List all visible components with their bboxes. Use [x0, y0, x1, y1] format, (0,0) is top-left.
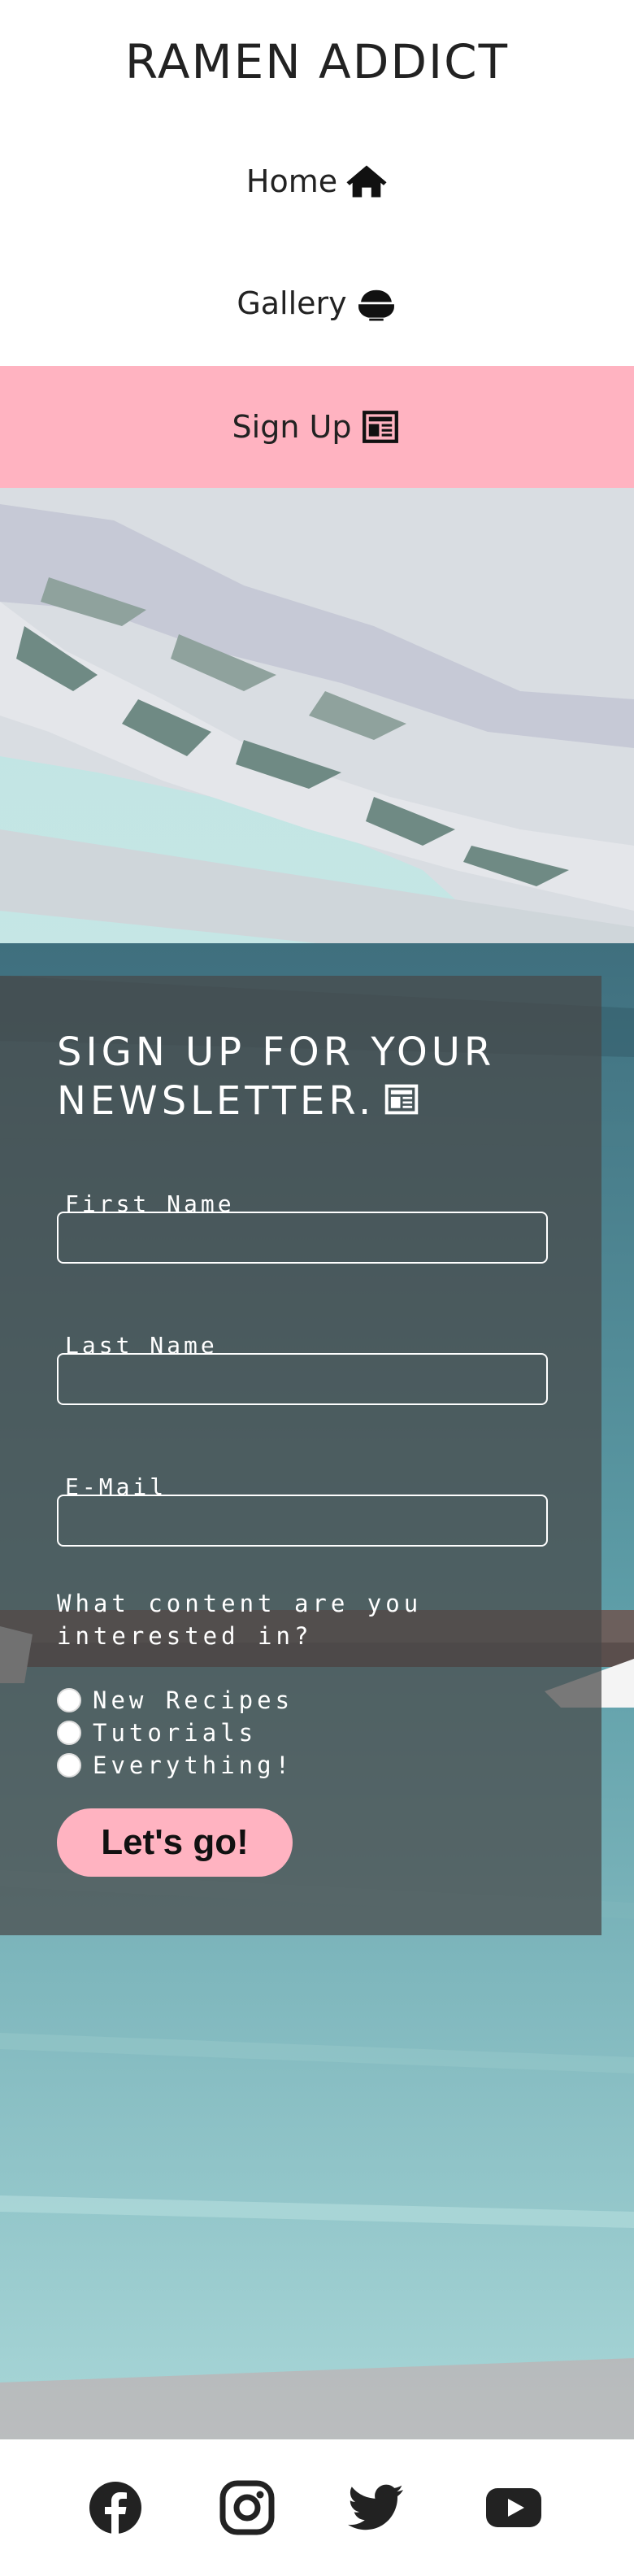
submit-button[interactable]: Let's go!	[57, 1808, 293, 1877]
nav-item-label: Home	[245, 163, 338, 199]
option-label: New Recipes	[93, 1686, 294, 1714]
bowl-icon	[358, 289, 394, 321]
email-field[interactable]	[57, 1495, 548, 1547]
radio-button[interactable]	[57, 1721, 81, 1745]
interest-question: What content are you interested in?	[57, 1590, 423, 1650]
newspaper-icon	[381, 1080, 422, 1130]
nav-item-gallery[interactable]: Gallery	[0, 242, 634, 364]
nav-item-label: Gallery	[237, 285, 347, 321]
first-name-field[interactable]	[57, 1212, 548, 1264]
option-label: Everything!	[93, 1751, 294, 1779]
radio-button[interactable]	[57, 1688, 81, 1712]
youtube-icon[interactable]	[484, 2478, 543, 2537]
twitter-icon[interactable]	[348, 2478, 406, 2537]
radio-button[interactable]	[57, 1753, 81, 1778]
option-label: Tutorials	[93, 1719, 258, 1747]
form-title-text: SIGN UP FOR YOUR NEWSLETTER.	[57, 1029, 496, 1124]
home-icon	[346, 165, 387, 198]
instagram-icon[interactable]	[218, 2478, 276, 2537]
form-title: SIGN UP FOR YOUR NEWSLETTER.	[57, 1028, 561, 1130]
facebook-icon[interactable]	[86, 2478, 145, 2537]
option-new-recipes[interactable]: New Recipes	[57, 1686, 293, 1714]
option-tutorials[interactable]: Tutorials	[57, 1719, 257, 1747]
newspaper-icon	[363, 411, 399, 443]
newsletter-form: SIGN UP FOR YOUR NEWSLETTER. First Name …	[0, 976, 601, 1935]
nav-item-home[interactable]: Home	[0, 120, 634, 242]
site-footer	[0, 2439, 634, 2576]
nav-item-label: Sign Up	[232, 409, 352, 445]
last-name-field[interactable]	[57, 1353, 548, 1405]
site-brand: RAMEN ADDICT	[124, 34, 510, 89]
site-header: RAMEN ADDICT Home Gallery Sign Up	[0, 0, 634, 488]
nav-item-signup[interactable]: Sign Up	[0, 366, 634, 488]
option-everything[interactable]: Everything!	[57, 1751, 293, 1779]
